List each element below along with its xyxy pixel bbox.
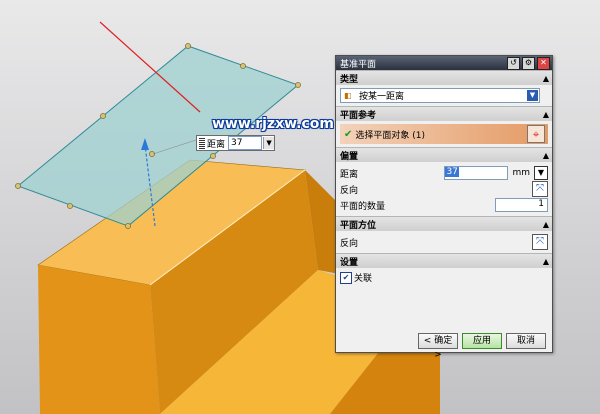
drag-grip-icon[interactable]: [199, 137, 205, 149]
associative-checkbox[interactable]: ✔ 关联: [340, 271, 548, 284]
section-orientation-header[interactable]: 平面方位 ▲: [336, 216, 552, 231]
section-orientation-title: 平面方位: [340, 220, 377, 231]
chevron-down-icon[interactable]: ▼: [527, 90, 538, 101]
gear-icon[interactable]: ⚙: [522, 56, 535, 70]
section-settings-header[interactable]: 设置 ▲: [336, 253, 552, 268]
chevron-up-icon[interactable]: ▲: [540, 151, 552, 160]
solid-front-face: [38, 265, 160, 414]
distance-value: 37: [445, 167, 459, 177]
close-icon[interactable]: ✕: [537, 56, 550, 70]
section-offset-title: 偏置: [340, 151, 359, 162]
section-settings-title: 设置: [340, 257, 359, 268]
watermark-text: www.rjzxw.com: [212, 116, 334, 132]
ok-button[interactable]: < 确定 >: [418, 333, 458, 360]
onscreen-distance-input[interactable]: 距离 37 ▼: [196, 135, 276, 151]
cancel-button[interactable]: 取消: [506, 333, 546, 349]
chevron-up-icon[interactable]: ▲: [540, 110, 552, 119]
plane-count-label: 平面的数量: [340, 201, 386, 212]
checkbox-checked-icon[interactable]: ✔: [340, 271, 352, 284]
plane-count-field[interactable]: 1: [495, 198, 548, 212]
checkmark-icon: ✔: [344, 128, 353, 140]
distance-label: 距离: [340, 169, 359, 180]
section-plane-ref-title: 平面参考: [340, 110, 377, 121]
distance-unit: mm: [512, 168, 530, 178]
section-plane-ref-header[interactable]: 平面参考 ▲: [336, 106, 552, 121]
chevron-up-icon[interactable]: ▲: [540, 257, 552, 266]
onscreen-distance-label: 距离: [207, 139, 226, 150]
dialog-footer: < 确定 > 应用 取消: [336, 330, 552, 360]
section-type-title: 类型: [340, 74, 359, 85]
section-offset-header[interactable]: 偏置 ▲: [336, 147, 552, 162]
onscreen-distance-value[interactable]: 37: [228, 136, 263, 150]
reverse-direction-icon[interactable]: ⤧: [532, 181, 548, 197]
dialog-titlebar[interactable]: 基准平面 ↺ ⚙ ✕: [336, 56, 552, 70]
plane-offset-icon: ◧: [344, 90, 352, 100]
chevron-down-icon[interactable]: ▼: [263, 137, 275, 149]
type-select[interactable]: ◧ 按某一距离 ▼: [340, 88, 540, 103]
reverse-label: 反向: [340, 185, 359, 196]
orientation-reverse-label: 反向: [340, 238, 359, 249]
chevron-up-icon[interactable]: ▲: [540, 220, 552, 229]
datum-plane-dialog: 基准平面 ↺ ⚙ ✕ 类型 ▲ ◧ 按某一距离 ▼ 平面参考 ▲ ✔ 选择平面对…: [335, 55, 553, 360]
distance-field[interactable]: 37: [444, 166, 509, 180]
apply-button[interactable]: 应用: [462, 333, 502, 349]
section-type-header[interactable]: 类型 ▲: [336, 70, 552, 85]
reset-icon[interactable]: ↺: [507, 56, 520, 70]
dialog-title: 基准平面: [340, 59, 377, 70]
associative-label: 关联: [354, 274, 373, 284]
reverse-direction-icon[interactable]: ⤧: [532, 234, 548, 250]
chevron-down-icon[interactable]: ▼: [534, 166, 548, 180]
chevron-up-icon[interactable]: ▲: [540, 74, 552, 83]
type-select-value: 按某一距离: [359, 92, 405, 102]
select-plane-object[interactable]: ✔ 选择平面对象 (1) ⌖: [340, 124, 548, 144]
select-plane-text: 选择平面对象 (1): [355, 130, 426, 141]
crosshair-select-icon[interactable]: ⌖: [527, 125, 545, 143]
